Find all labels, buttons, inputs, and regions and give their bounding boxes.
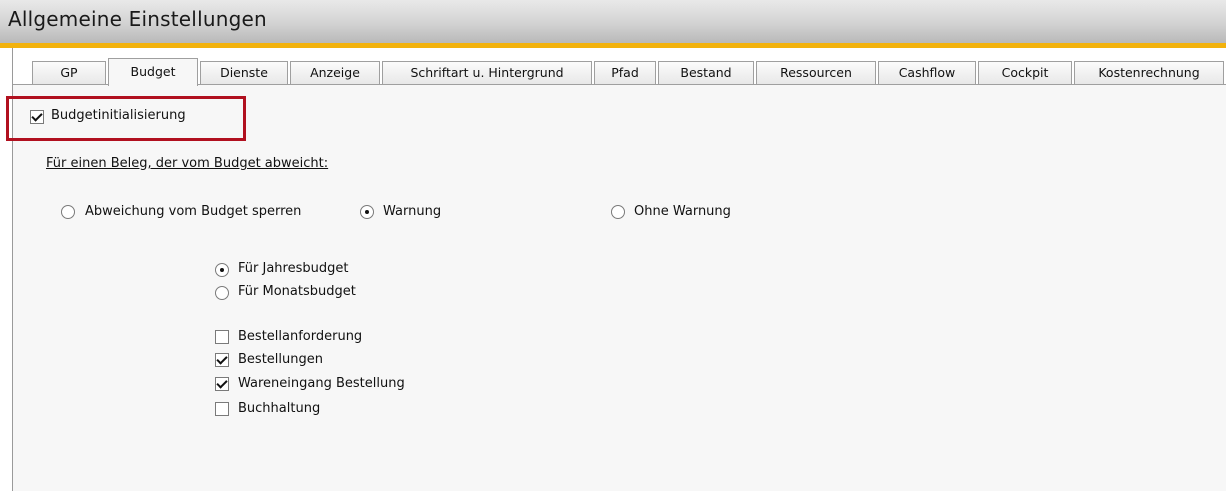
- tab-schriftart[interactable]: Schriftart u. Hintergrund: [382, 61, 592, 84]
- title-accent-bar: [0, 43, 1226, 48]
- checkbox-goods-receipt-po-label: Wareneingang Bestellung: [238, 376, 405, 391]
- radio-warning[interactable]: [360, 205, 374, 219]
- tab-bestand[interactable]: Bestand: [658, 61, 754, 84]
- annotation-highlight-box: [6, 96, 246, 141]
- tab-kostenrechnung[interactable]: Kostenrechnung: [1074, 61, 1224, 84]
- checkbox-accounting[interactable]: [215, 402, 229, 416]
- deviation-section-label: Für einen Beleg, der vom Budget abweicht…: [46, 156, 329, 171]
- radio-no-warning-label: Ohne Warnung: [634, 204, 731, 219]
- window-title: Allgemeine Einstellungen: [8, 7, 267, 31]
- radio-block-deviation-label: Abweichung vom Budget sperren: [85, 204, 302, 219]
- checkbox-purchase-request-label: Bestellanforderung: [238, 329, 363, 344]
- tab-cockpit[interactable]: Cockpit: [978, 61, 1072, 84]
- tab-pfad[interactable]: Pfad: [594, 61, 656, 84]
- tab-ressourcen[interactable]: Ressourcen: [756, 61, 876, 84]
- radio-annual-budget[interactable]: [215, 263, 229, 277]
- radio-block-deviation[interactable]: [61, 205, 75, 219]
- radio-no-warning[interactable]: [611, 205, 625, 219]
- tab-budget[interactable]: Budget: [108, 58, 198, 86]
- window-titlebar: Allgemeine Einstellungen: [0, 0, 1226, 43]
- checkbox-purchase-request[interactable]: [215, 330, 229, 344]
- tab-anzeige[interactable]: Anzeige: [290, 61, 380, 84]
- checkbox-accounting-label: Buchhaltung: [238, 401, 321, 416]
- radio-monthly-budget-label: Für Monatsbudget: [238, 284, 356, 299]
- radio-warning-label: Warnung: [383, 204, 442, 219]
- budget-tab-pane: [13, 85, 1226, 491]
- radio-annual-budget-label: Für Jahresbudget: [238, 261, 349, 276]
- tab-gp[interactable]: GP: [32, 61, 106, 84]
- tab-dienste[interactable]: Dienste: [200, 61, 288, 84]
- checkbox-purchase-orders[interactable]: [215, 353, 229, 367]
- radio-monthly-budget[interactable]: [215, 286, 229, 300]
- checkbox-goods-receipt-po[interactable]: [215, 377, 229, 391]
- tab-cashflow[interactable]: Cashflow: [878, 61, 976, 84]
- checkbox-purchase-orders-label: Bestellungen: [238, 352, 323, 367]
